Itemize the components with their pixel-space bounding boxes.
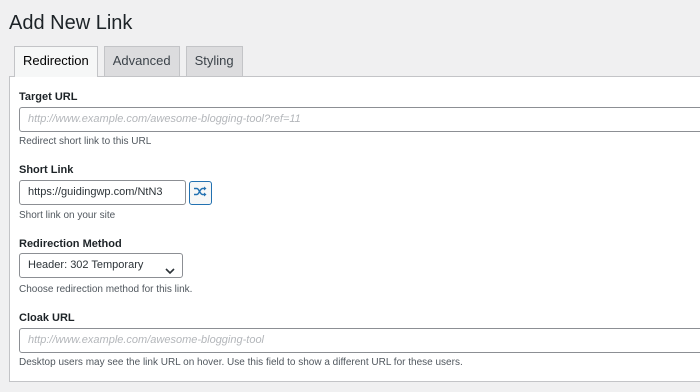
- redirection-method-help: Choose redirection method for this link.: [19, 284, 193, 295]
- cloak-url-help: Desktop users may see the link URL on ho…: [19, 357, 463, 368]
- target-url-input[interactable]: http://www.example.com/awesome-blogging-…: [19, 107, 700, 132]
- short-link-input[interactable]: https://guidingwp.com/NtN3: [19, 180, 186, 205]
- redirection-method-label: Redirection Method: [19, 238, 122, 250]
- redirection-method-select[interactable]: Header: 302 Temporary: [19, 253, 183, 278]
- cloak-url-label: Cloak URL: [19, 312, 75, 324]
- tab-bar: Redirection Advanced Styling: [14, 46, 249, 77]
- page-title: Add New Link: [9, 12, 133, 34]
- cloak-url-input[interactable]: http://www.example.com/awesome-blogging-…: [19, 328, 700, 353]
- chevron-down-icon: [165, 261, 175, 284]
- redirection-method-value: Header: 302 Temporary: [28, 259, 144, 271]
- short-link-help: Short link on your site: [19, 210, 116, 221]
- shuffle-icon: [194, 184, 207, 202]
- tab-advanced[interactable]: Advanced: [103, 46, 180, 76]
- tab-redirection[interactable]: Redirection: [14, 46, 98, 77]
- short-link-label: Short Link: [19, 164, 74, 176]
- target-url-help: Redirect short link to this URL: [19, 136, 152, 147]
- tab-styling[interactable]: Styling: [185, 46, 243, 76]
- target-url-label: Target URL: [19, 91, 78, 103]
- regenerate-short-link-button[interactable]: [189, 181, 212, 205]
